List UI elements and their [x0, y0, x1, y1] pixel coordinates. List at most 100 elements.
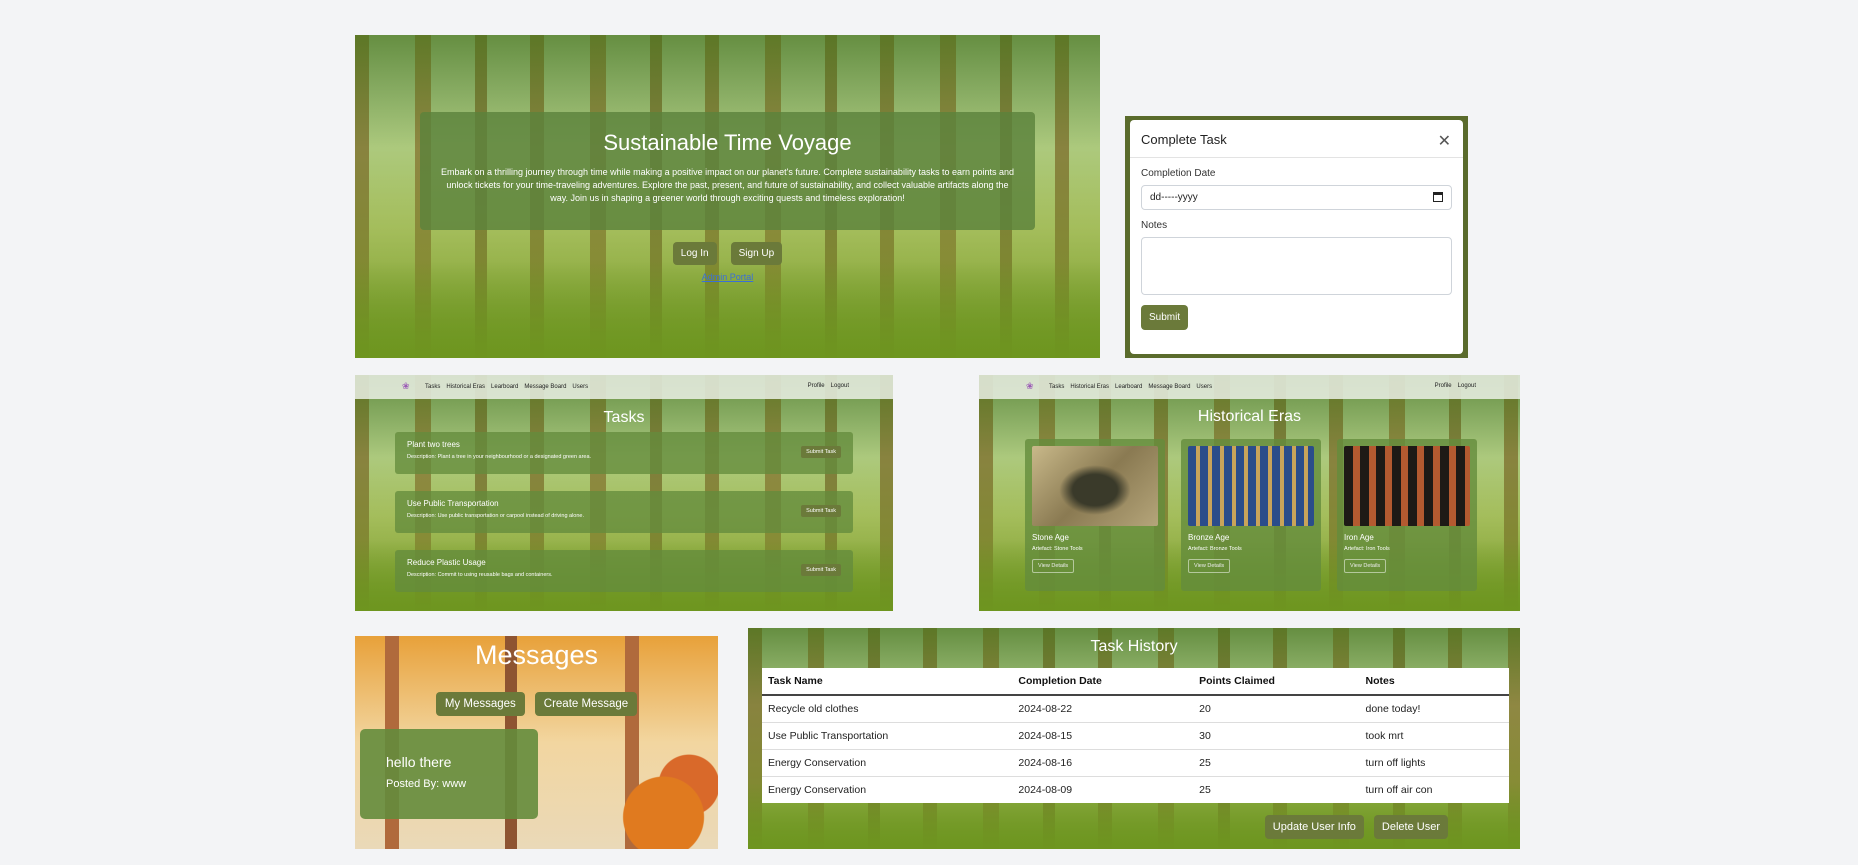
logo-icon[interactable]: ❀ — [1026, 381, 1037, 392]
nav-right: Profile Logout — [1435, 383, 1476, 389]
messages-title: Messages — [474, 640, 599, 670]
table-cell: Recycle old clothes — [762, 694, 1013, 723]
iron-age-image — [1344, 446, 1470, 526]
task-history-title: Task History — [1090, 638, 1178, 655]
delete-user-button[interactable]: Delete User — [1373, 815, 1448, 839]
eras-title: Historical Eras — [1197, 408, 1302, 425]
nav-users[interactable]: Users — [1196, 384, 1212, 390]
table-cell: 30 — [1193, 722, 1360, 750]
nav-message-board[interactable]: Message Board — [524, 384, 566, 390]
nav-tasks[interactable]: Tasks — [1049, 384, 1064, 390]
view-details-button[interactable]: View Details — [1188, 559, 1231, 573]
table-row: Energy Conservation 2024-08-09 25 turn o… — [762, 776, 1509, 803]
nav-links: Tasks Historical Eras Learboard Message … — [1049, 384, 1212, 390]
nav-users[interactable]: Users — [572, 384, 588, 390]
my-messages-button[interactable]: My Messages — [435, 692, 525, 716]
tasks-title: Tasks — [603, 409, 645, 426]
table-cell: turn off lights — [1359, 749, 1509, 777]
navbar: ❀ Tasks Historical Eras Learboard Messag… — [979, 375, 1520, 399]
message-card: hello there Posted By: www — [360, 729, 538, 819]
messages-buttons: My Messages Create Message — [355, 692, 718, 716]
nav-links: Tasks Historical Eras Learboard Message … — [425, 384, 588, 390]
task-name: Plant two trees — [407, 440, 460, 449]
admin-portal-link[interactable]: Admin Portal — [355, 272, 1100, 282]
era-name: Iron Age — [1344, 533, 1374, 542]
column-header: Completion Date — [1012, 668, 1194, 696]
task-history-table: Task Name Completion Date Points Claimed… — [762, 668, 1509, 803]
task-card: Reduce Plastic Usage Description: Commit… — [395, 550, 853, 592]
completion-date-input[interactable]: dd-----yyyy — [1141, 185, 1452, 210]
task-description: Description: Commit to using reusable ba… — [407, 572, 553, 578]
nav-leaderboard[interactable]: Learboard — [1115, 384, 1142, 390]
modal-header: Complete Task ✕ — [1130, 120, 1463, 158]
nav-historical-eras[interactable]: Historical Eras — [1070, 384, 1109, 390]
table-cell: Energy Conservation — [762, 776, 1013, 803]
task-card: Plant two trees Description: Plant a tre… — [395, 432, 853, 474]
column-header: Points Claimed — [1193, 668, 1360, 696]
table-cell: 2024-08-16 — [1012, 749, 1194, 777]
column-header: Notes — [1359, 668, 1509, 696]
nav-tasks[interactable]: Tasks — [425, 384, 440, 390]
era-artefact: Artefact: Iron Tools — [1344, 546, 1390, 552]
nav-profile[interactable]: Profile — [1435, 383, 1452, 389]
calendar-icon[interactable] — [1433, 192, 1443, 202]
close-icon[interactable]: ✕ — [1438, 131, 1451, 151]
modal-title: Complete Task — [1141, 132, 1227, 147]
table-cell: Energy Conservation — [762, 749, 1013, 777]
submit-task-button[interactable]: Submit Task — [801, 446, 841, 458]
notes-textarea[interactable] — [1141, 237, 1452, 295]
task-card: Use Public Transportation Description: U… — [395, 491, 853, 533]
era-artefact: Artefact: Stone Tools — [1032, 546, 1083, 552]
nav-right: Profile Logout — [808, 383, 849, 389]
nav-message-board[interactable]: Message Board — [1148, 384, 1190, 390]
hero-description: Embark on a thrilling journey through ti… — [440, 167, 1015, 203]
signup-button[interactable]: Sign Up — [730, 242, 783, 265]
table-cell: 2024-08-09 — [1012, 776, 1194, 803]
nav-leaderboard[interactable]: Learboard — [491, 384, 518, 390]
view-details-button[interactable]: View Details — [1344, 559, 1387, 573]
complete-task-modal-backdrop: Complete Task ✕ Completion Date dd-----y… — [1125, 116, 1468, 358]
update-user-button[interactable]: Update User Info — [1264, 815, 1364, 839]
login-button[interactable]: Log In — [672, 242, 717, 265]
submit-task-button[interactable]: Submit Task — [801, 564, 841, 576]
era-name: Bronze Age — [1188, 533, 1230, 542]
table-cell: 25 — [1193, 749, 1360, 777]
task-description: Description: Plant a tree in your neighb… — [407, 454, 592, 460]
submit-button[interactable]: Submit — [1141, 305, 1189, 330]
nav-logout[interactable]: Logout — [831, 383, 849, 389]
table-cell: Use Public Transportation — [762, 722, 1013, 750]
era-card: Bronze Age Artefact: Bronze Tools View D… — [1181, 439, 1321, 591]
table-row: Energy Conservation 2024-08-16 25 turn o… — [762, 749, 1509, 777]
table-cell: turn off air con — [1359, 776, 1509, 803]
task-description: Description: Use public transportation o… — [407, 513, 585, 519]
table-cell: took mrt — [1359, 722, 1509, 750]
task-history-panel: Task History Task Name Completion Date P… — [748, 628, 1520, 849]
user-actions: Update User Info Delete User — [1264, 815, 1448, 839]
date-placeholder: dd-----yyyy — [1150, 192, 1198, 203]
hero-box: Sustainable Time Voyage Embark on a thri… — [420, 112, 1035, 230]
landing-panel: Sustainable Time Voyage Embark on a thri… — [355, 35, 1100, 358]
hero-buttons: Log In Sign Up — [355, 242, 1100, 265]
navbar: ❀ Tasks Historical Eras Learboard Messag… — [355, 375, 893, 399]
message-text: hello there — [386, 754, 452, 770]
nav-profile[interactable]: Profile — [808, 383, 825, 389]
message-author: Posted By: www — [386, 778, 467, 790]
view-details-button[interactable]: View Details — [1032, 559, 1075, 573]
table-row: Use Public Transportation 2024-08-15 30 … — [762, 722, 1509, 750]
task-name: Use Public Transportation — [407, 499, 499, 508]
table-cell: 2024-08-15 — [1012, 722, 1194, 750]
logo-icon[interactable]: ❀ — [402, 381, 413, 392]
nav-logout[interactable]: Logout — [1458, 383, 1476, 389]
table-cell: 25 — [1193, 776, 1360, 803]
complete-task-modal: Complete Task ✕ Completion Date dd-----y… — [1130, 120, 1463, 354]
submit-task-button[interactable]: Submit Task — [801, 505, 841, 517]
table-cell: 20 — [1193, 694, 1360, 723]
table-cell: 2024-08-22 — [1012, 694, 1194, 723]
table-row: Recycle old clothes 2024-08-22 20 done t… — [762, 694, 1509, 723]
column-header: Task Name — [762, 668, 1013, 696]
create-message-button[interactable]: Create Message — [534, 692, 638, 716]
era-card: Iron Age Artefact: Iron Tools View Detai… — [1337, 439, 1477, 591]
era-artefact: Artefact: Bronze Tools — [1188, 546, 1242, 552]
task-name: Reduce Plastic Usage — [407, 558, 486, 567]
nav-historical-eras[interactable]: Historical Eras — [446, 384, 485, 390]
